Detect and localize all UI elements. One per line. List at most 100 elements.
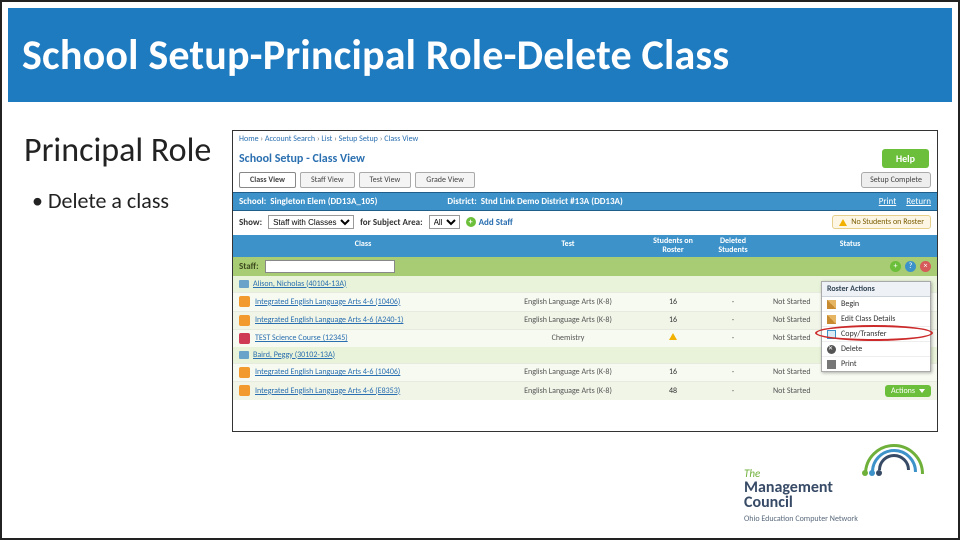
test-cell: English Language Arts (K-8) xyxy=(493,367,643,377)
table-row: Integrated English Language Arts 4-6 (E8… xyxy=(233,381,937,400)
title-bar: School Setup-Principal Role-Delete Class xyxy=(8,8,952,102)
crumb[interactable]: Setup Setup xyxy=(339,134,378,144)
filter-row: Show: Staff with Classes for Subject Are… xyxy=(233,211,937,235)
class-link[interactable]: Integrated English Language Arts 4-6 (10… xyxy=(255,367,400,377)
clear-icon[interactable]: × xyxy=(920,261,931,272)
staff-search-bar: Staff: + ? × xyxy=(233,257,937,276)
class-type-icon xyxy=(239,333,250,344)
test-cell: English Language Arts (K-8) xyxy=(493,315,643,325)
col-class: Class xyxy=(233,235,493,257)
copy-icon xyxy=(827,330,836,339)
warning-text: No Students on Roster xyxy=(851,217,924,227)
print-link[interactable]: Print xyxy=(879,196,897,207)
warning-icon xyxy=(839,219,847,226)
deleted-cell: - xyxy=(703,367,763,377)
logo-text: The Management Council xyxy=(744,467,833,510)
logo-line2: Council xyxy=(744,495,833,510)
table-header: Class Test Students on Roster Deleted St… xyxy=(233,235,937,257)
col-deleted-students: Deleted Students xyxy=(703,235,763,257)
help-button[interactable]: Help xyxy=(882,149,929,168)
class-link[interactable]: Integrated English Language Arts 4-6 (E8… xyxy=(255,386,400,396)
col-test: Test xyxy=(493,235,643,257)
menu-item-delete[interactable]: Delete xyxy=(822,342,930,357)
school-label: School: xyxy=(239,196,266,207)
staff-search-input[interactable] xyxy=(265,260,395,273)
class-type-icon xyxy=(239,367,250,378)
show-label: Show: xyxy=(239,217,262,228)
roster-cell: 16 xyxy=(643,315,703,325)
roster-cell: 16 xyxy=(643,297,703,307)
menu-item-copy[interactable]: Copy/Transfer xyxy=(822,327,930,342)
folder-icon xyxy=(239,351,249,359)
page-header: School Setup - Class View Help xyxy=(233,147,937,172)
class-link[interactable]: TEST Science Course (12345) xyxy=(255,333,348,343)
return-link[interactable]: Return xyxy=(906,196,931,207)
tab-staff-view[interactable]: Staff View xyxy=(300,172,355,188)
roster-cell: 16 xyxy=(643,367,703,377)
left-column: Principal Role Delete a class xyxy=(24,132,214,215)
show-select[interactable]: Staff with Classes xyxy=(268,215,354,229)
slide: School Setup-Principal Role-Delete Class… xyxy=(0,0,960,540)
school-value: Singleton Elem (DD13A_105) xyxy=(270,196,377,207)
class-link[interactable]: Integrated English Language Arts 4-6 (A2… xyxy=(255,315,403,325)
caret-down-icon xyxy=(919,389,925,393)
breadcrumb[interactable]: Home › Account Search › List › Setup Set… xyxy=(233,131,937,147)
help-icon[interactable]: ? xyxy=(905,261,916,272)
view-tabs: Class View Staff View Test View Grade Vi… xyxy=(239,172,475,188)
class-type-icon xyxy=(239,385,250,396)
class-link[interactable]: Integrated English Language Arts 4-6 (10… xyxy=(255,297,400,307)
crumb[interactable]: Class View xyxy=(384,134,418,144)
school-district-bar: School: Singleton Elem (DD13A_105) Distr… xyxy=(233,192,937,211)
section-heading: Principal Role xyxy=(24,132,214,169)
crumb[interactable]: Account Search xyxy=(265,134,315,144)
print-icon xyxy=(827,360,836,369)
menu-item-print[interactable]: Print xyxy=(822,357,930,371)
staff-name-link[interactable]: Baird, Peggy (30102-13A) xyxy=(253,350,335,360)
menu-item-edit[interactable]: Edit Class Details xyxy=(822,312,930,327)
folder-icon xyxy=(239,280,249,288)
add-staff-label: Add Staff xyxy=(479,217,513,228)
actions-button[interactable]: Actions xyxy=(885,385,931,397)
tab-grade-view[interactable]: Grade View xyxy=(415,172,475,188)
status-cell: Not Started xyxy=(763,386,853,396)
plus-icon: + xyxy=(466,217,476,227)
app-screenshot: Home › Account Search › List › Setup Set… xyxy=(232,130,938,432)
crumb[interactable]: List xyxy=(321,134,332,144)
roster-cell: 48 xyxy=(643,386,703,396)
staff-name-link[interactable]: Alison, Nicholas (40104-13A) xyxy=(253,279,346,289)
tab-test-view[interactable]: Test View xyxy=(359,172,412,188)
logo-tagline: Ohio Education Computer Network xyxy=(744,514,858,524)
pencil-icon xyxy=(827,315,836,324)
test-cell: English Language Arts (K-8) xyxy=(493,386,643,396)
deleted-cell: - xyxy=(703,315,763,325)
tab-class-view[interactable]: Class View xyxy=(239,172,296,188)
menu-header: Roster Actions xyxy=(822,282,930,297)
delete-icon xyxy=(827,345,836,354)
deleted-cell: - xyxy=(703,333,763,343)
warning-icon xyxy=(669,333,677,340)
class-type-icon xyxy=(239,315,250,326)
logo-arcs xyxy=(864,444,934,498)
actions-menu: Roster Actions Begin Edit Class Details … xyxy=(821,281,931,372)
col-students-on-roster: Students on Roster xyxy=(643,235,703,257)
add-icon[interactable]: + xyxy=(890,261,901,272)
add-staff-button[interactable]: + Add Staff xyxy=(466,217,513,228)
subject-select[interactable]: All xyxy=(429,215,460,229)
staff-label: Staff: xyxy=(239,261,259,272)
test-cell: English Language Arts (K-8) xyxy=(493,297,643,307)
col-status: Status xyxy=(763,235,937,257)
deleted-cell: - xyxy=(703,297,763,307)
bullet-list: Delete a class xyxy=(24,187,214,215)
for-label: for Subject Area: xyxy=(360,217,422,228)
roster-cell xyxy=(643,333,703,343)
district-label: District: xyxy=(447,196,476,207)
deleted-cell: - xyxy=(703,386,763,396)
menu-item-begin[interactable]: Begin xyxy=(822,297,930,312)
crumb[interactable]: Home xyxy=(239,134,259,144)
setup-complete-button[interactable]: Setup Complete xyxy=(861,172,931,188)
tabs-row: Class View Staff View Test View Grade Vi… xyxy=(233,172,937,192)
management-council-logo: The Management Council Ohio Education Co… xyxy=(744,444,934,524)
bullet-item: Delete a class xyxy=(24,187,214,215)
slide-title: School Setup-Principal Role-Delete Class xyxy=(22,30,729,81)
district-value: Stnd Link Demo District #13A (DD13A) xyxy=(481,196,623,207)
